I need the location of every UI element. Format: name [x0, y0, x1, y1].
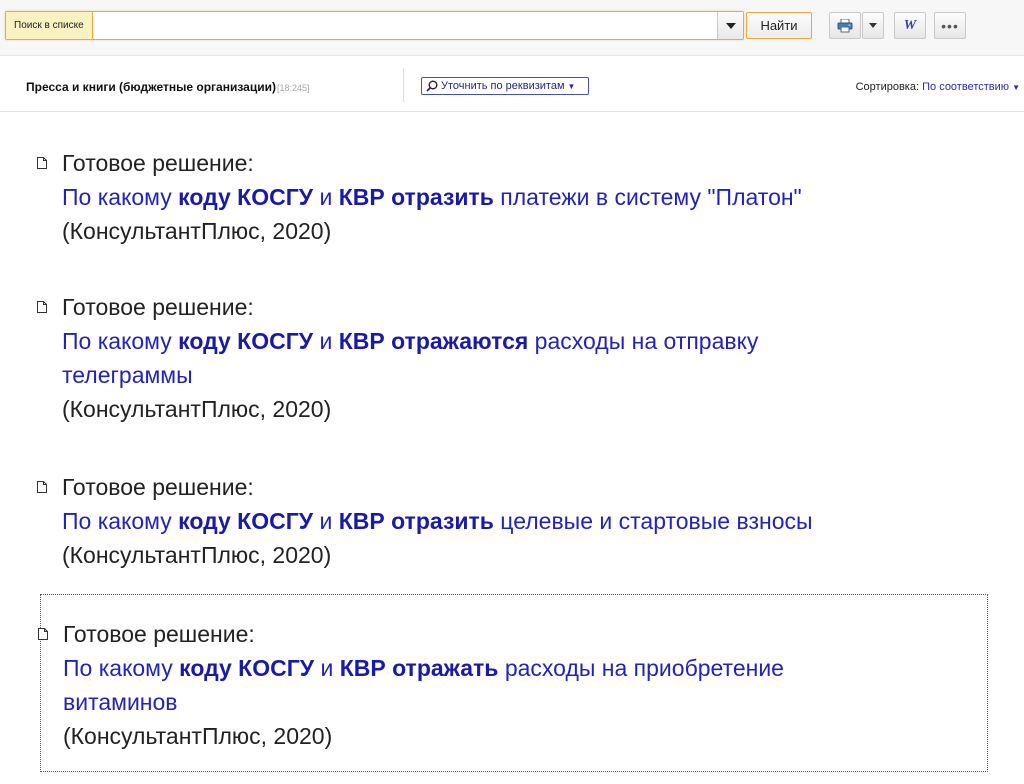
- item-type: Готовое решение:: [62, 474, 254, 500]
- toolbar: Поиск в списке Найти W •••: [0, 0, 1024, 56]
- document-icon: [37, 301, 47, 313]
- link-text[interactable]: расходы на приобретение: [498, 655, 784, 681]
- header-divider: [403, 68, 404, 102]
- document-icon: [37, 481, 47, 493]
- list-item[interactable]: Готовое решение: По какому коду КОСГУ и …: [37, 470, 988, 572]
- print-options-dropdown[interactable]: [862, 12, 884, 39]
- link-text[interactable]: и: [313, 184, 339, 210]
- item-link-line[interactable]: По какому коду КОСГУ и КВР отразить плат…: [40, 180, 988, 214]
- triangle-down-icon: [725, 22, 736, 29]
- link-text[interactable]: и: [313, 328, 339, 354]
- highlighted-term[interactable]: коду КОСГУ: [178, 508, 313, 534]
- link-text[interactable]: По какому: [62, 508, 178, 534]
- item-type: Готовое решение:: [63, 621, 255, 647]
- search-box: Поиск в списке: [5, 11, 744, 40]
- item-source: (КонсультантПлюс, 2020): [62, 542, 332, 568]
- list-item[interactable]: Готовое решение: По какому коду КОСГУ и …: [37, 290, 988, 426]
- highlighted-term[interactable]: КВР отразить: [339, 184, 494, 210]
- refine-by-attributes-button[interactable]: Уточнить по реквизитам ▼: [421, 77, 589, 95]
- search-input[interactable]: [92, 12, 717, 39]
- highlighted-term[interactable]: коду КОСГУ: [178, 328, 313, 354]
- list-item[interactable]: Готовое решение: По какому коду КОСГУ и …: [37, 146, 988, 248]
- chevron-down-icon: ▼: [1012, 83, 1020, 92]
- search-icon: [426, 80, 438, 92]
- word-icon: W: [903, 17, 917, 33]
- list-title-text: Пресса и книги (бюджетные организации): [26, 80, 276, 94]
- highlighted-term[interactable]: КВР отразить: [339, 508, 494, 534]
- print-button[interactable]: [829, 12, 861, 39]
- highlighted-term[interactable]: КВР отражать: [340, 655, 499, 681]
- chevron-down-icon: ▼: [567, 81, 576, 91]
- search-label: Поиск в списке: [6, 12, 93, 39]
- find-button[interactable]: Найти: [746, 12, 812, 39]
- more-actions-button[interactable]: •••: [934, 12, 966, 39]
- item-source: (КонсультантПлюс, 2020): [62, 218, 332, 244]
- search-history-dropdown[interactable]: [717, 12, 743, 39]
- item-source: (КонсультантПлюс, 2020): [63, 723, 333, 749]
- refine-label: Уточнить по реквизитам: [441, 80, 565, 92]
- link-text[interactable]: целевые и стартовые взносы: [494, 508, 812, 534]
- document-icon: [38, 628, 48, 640]
- list-count: [18:245]: [276, 83, 310, 93]
- more-icon: •••: [941, 17, 959, 34]
- item-link-line[interactable]: По какому коду КОСГУ и КВР отражаются ра…: [40, 324, 988, 358]
- item-link-line[interactable]: витаминов: [41, 685, 987, 719]
- list-header: Пресса и книги (бюджетные организации)[1…: [0, 62, 1024, 112]
- link-text[interactable]: По какому: [63, 655, 179, 681]
- item-type: Готовое решение:: [62, 150, 254, 176]
- item-link-line[interactable]: По какому коду КОСГУ и КВР отразить целе…: [40, 504, 988, 538]
- link-text[interactable]: расходы на отправку: [528, 328, 759, 354]
- sort-control: Сортировка: По соответствию ▼: [856, 81, 1020, 93]
- triangle-down-icon: [869, 23, 877, 28]
- link-text[interactable]: и: [314, 655, 340, 681]
- link-text[interactable]: телеграммы: [62, 362, 193, 388]
- highlighted-term[interactable]: КВР отражаются: [339, 328, 529, 354]
- export-word-button[interactable]: W: [894, 12, 926, 39]
- item-source: (КонсультантПлюс, 2020): [62, 396, 332, 422]
- sort-dropdown[interactable]: По соответствию: [922, 81, 1009, 93]
- link-text[interactable]: По какому: [62, 328, 178, 354]
- highlighted-term[interactable]: коду КОСГУ: [178, 184, 313, 210]
- sort-label: Сортировка:: [855, 81, 920, 93]
- link-text[interactable]: и: [313, 508, 339, 534]
- item-link-line[interactable]: По какому коду КОСГУ и КВР отражать расх…: [41, 651, 987, 685]
- item-type: Готовое решение:: [62, 294, 254, 320]
- document-icon: [37, 157, 47, 169]
- highlighted-term[interactable]: коду КОСГУ: [179, 655, 314, 681]
- link-text[interactable]: витаминов: [63, 689, 178, 715]
- link-text[interactable]: По какому: [62, 184, 178, 210]
- link-text[interactable]: платежи в систему "Платон": [494, 184, 801, 210]
- item-link-line[interactable]: телеграммы: [40, 358, 988, 392]
- list-title: Пресса и книги (бюджетные организации)[1…: [26, 80, 309, 94]
- list-item-selected[interactable]: Готовое решение: По какому коду КОСГУ и …: [38, 594, 988, 772]
- printer-icon: [837, 18, 853, 32]
